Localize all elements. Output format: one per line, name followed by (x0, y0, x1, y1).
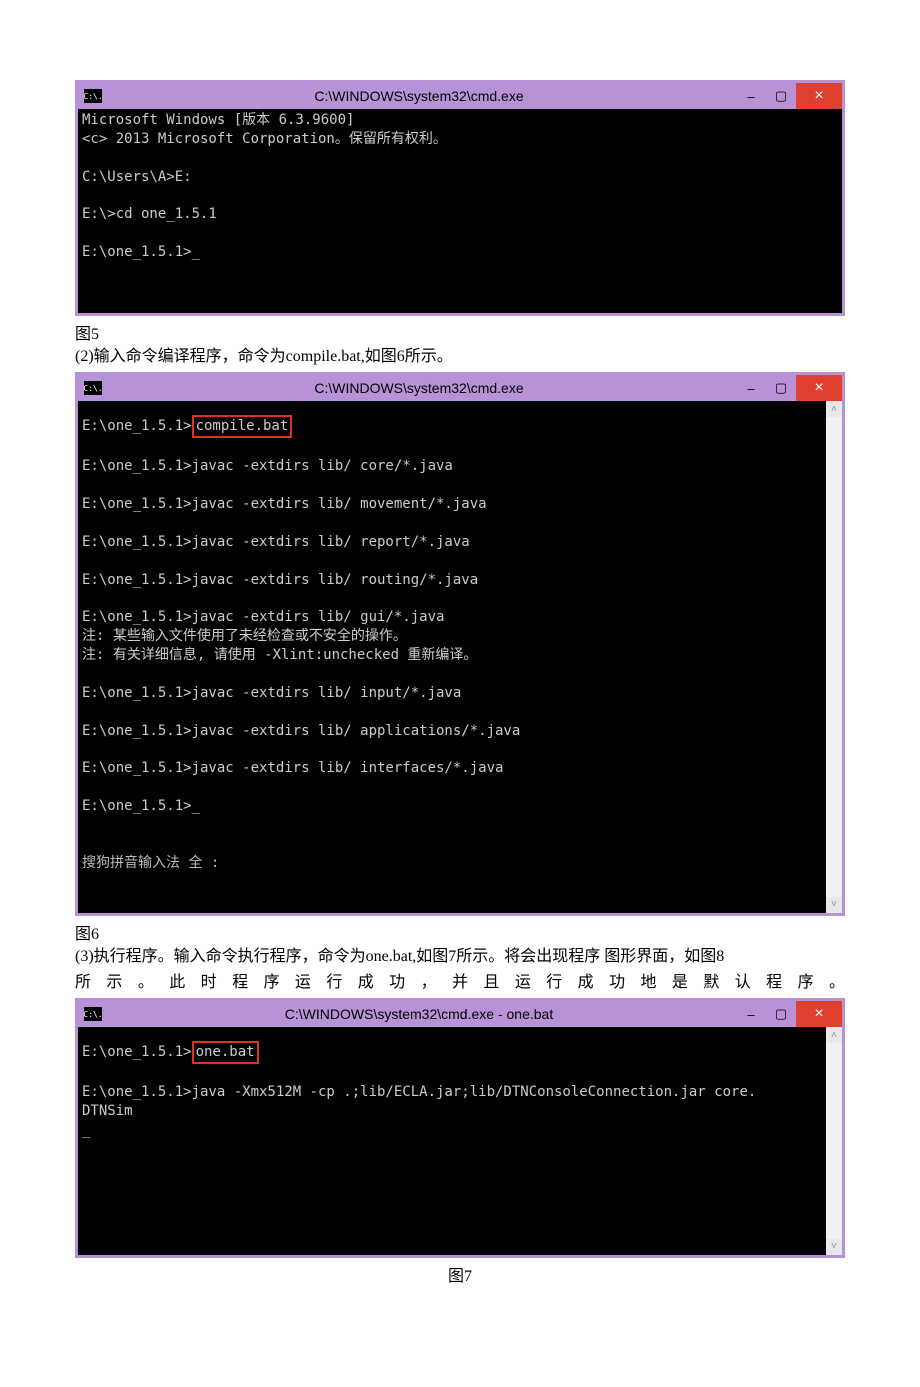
titlebar[interactable]: C:\. C:\WINDOWS\system32\cmd.exe – ▢ × (78, 375, 842, 401)
cmd-window-fig7: C:\. C:\WINDOWS\system32\cmd.exe - one.b… (75, 998, 845, 1258)
cmd-icon: C:\. (84, 381, 102, 395)
window-title: C:\WINDOWS\system32\cmd.exe - one.bat (102, 1006, 736, 1022)
prompt-text: E:\one_1.5.1> (82, 1044, 192, 1060)
minimize-button[interactable]: – (736, 83, 766, 109)
scroll-down-icon[interactable]: ˅ (826, 897, 842, 913)
terminal-output[interactable]: E:\one_1.5.1>compile.bat E:\one_1.5.1>ja… (78, 401, 842, 912)
cmd-icon: C:\. (84, 1007, 102, 1021)
prompt-text: E:\one_1.5.1> (82, 418, 192, 434)
scrollbar[interactable]: ˄ ˅ (826, 401, 842, 912)
maximize-button[interactable]: ▢ (766, 1001, 796, 1027)
minimize-button[interactable]: – (736, 1001, 766, 1027)
titlebar[interactable]: C:\. C:\WINDOWS\system32\cmd.exe – ▢ × (78, 83, 842, 109)
titlebar[interactable]: C:\. C:\WINDOWS\system32\cmd.exe - one.b… (78, 1001, 842, 1027)
figure-caption: 图6 (75, 920, 845, 944)
cmd-window-fig5: C:\. C:\WINDOWS\system32\cmd.exe – ▢ × M… (75, 80, 845, 316)
close-button[interactable]: × (796, 375, 842, 401)
scroll-up-icon[interactable]: ˄ (826, 1027, 842, 1043)
ime-status: 搜狗拼音输入法 全 : (82, 855, 219, 871)
window-title: C:\WINDOWS\system32\cmd.exe (102, 380, 736, 396)
scroll-down-icon[interactable]: ˅ (826, 1239, 842, 1255)
close-button[interactable]: × (796, 83, 842, 109)
cmd-icon: C:\. (84, 89, 102, 103)
maximize-button[interactable]: ▢ (766, 83, 796, 109)
figure-caption: 图7 (75, 1262, 845, 1286)
paragraph: (2)输入命令编译程序，命令为compile.bat,如图6所示。 (75, 346, 845, 368)
command-highlight: compile.bat (192, 415, 293, 438)
window-title: C:\WINDOWS\system32\cmd.exe (102, 88, 736, 104)
command-highlight: one.bat (192, 1041, 259, 1064)
minimize-button[interactable]: – (736, 375, 766, 401)
close-button[interactable]: × (796, 1001, 842, 1027)
paragraph: (3)执行程序。输入命令执行程序，命令为one.bat,如图7所示。将会出现程序… (75, 946, 845, 968)
figure-caption: 图5 (75, 320, 845, 344)
maximize-button[interactable]: ▢ (766, 375, 796, 401)
scrollbar[interactable]: ˄ ˅ (826, 1027, 842, 1255)
cmd-window-fig6: C:\. C:\WINDOWS\system32\cmd.exe – ▢ × E… (75, 372, 845, 915)
terminal-lines: E:\one_1.5.1>java -Xmx512M -cp .;lib/ECL… (82, 1084, 756, 1138)
scroll-up-icon[interactable]: ˄ (826, 401, 842, 417)
terminal-output[interactable]: E:\one_1.5.1>one.bat E:\one_1.5.1>java -… (78, 1027, 842, 1255)
paragraph: 所示。此时程序运行成功，并且运行成功地是默认程序。 (75, 972, 845, 994)
terminal-output[interactable]: Microsoft Windows [版本 6.3.9600] <c> 2013… (78, 109, 842, 313)
terminal-lines: E:\one_1.5.1>javac -extdirs lib/ core/*.… (82, 458, 520, 814)
